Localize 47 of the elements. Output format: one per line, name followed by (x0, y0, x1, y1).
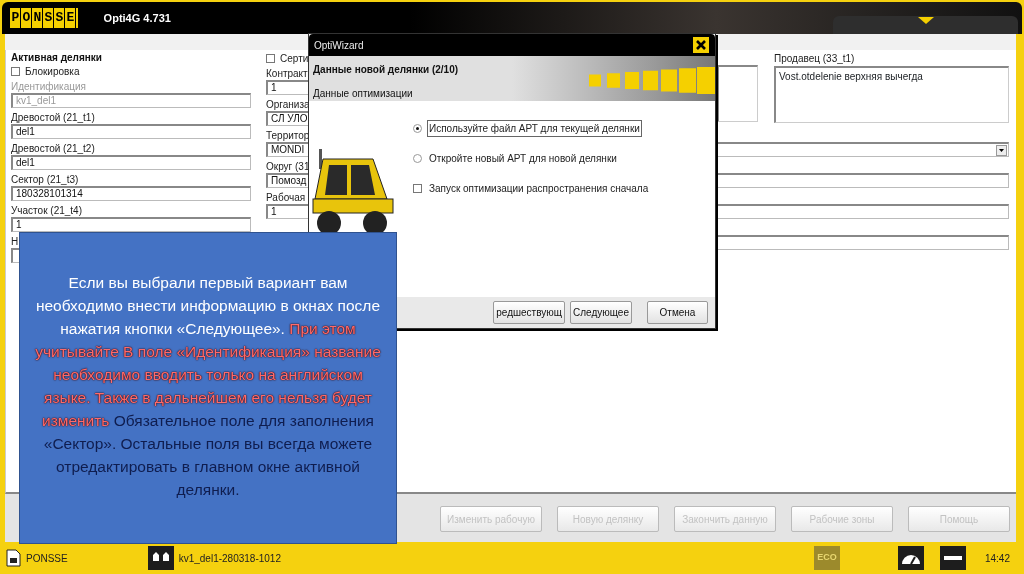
clock: 14:42 (984, 551, 1010, 566)
field-label: Округ (31 (266, 160, 310, 173)
dialog-heading: Данные новой делянки (2/10) (313, 63, 459, 77)
input-field[interactable]: 180328101314 (11, 186, 251, 201)
checkbox[interactable] (266, 53, 275, 63)
close-button[interactable] (693, 37, 709, 53)
field-label: Территор (266, 129, 310, 142)
app-title: Opti4G 4.731 (103, 10, 171, 26)
field-label: Древостой (21_t1) (11, 111, 95, 124)
dialog-subheading: Данные оптимизации (313, 87, 414, 101)
gauge-button[interactable] (897, 546, 924, 570)
close-icon (695, 39, 707, 51)
field-label: Контракт (266, 67, 308, 80)
minimize-button[interactable] (939, 546, 966, 570)
radio-button[interactable] (413, 123, 422, 133)
radio-label[interactable]: Используйте файл АРТ для текущей делянки (427, 119, 642, 137)
text-area[interactable]: Vost.otdelenie верхняя вычегда (774, 66, 1009, 123)
input-field[interactable]: 1 (11, 217, 251, 232)
checkbox-label: Серти (280, 51, 309, 65)
checkbox[interactable] (413, 183, 422, 193)
input-field[interactable]: del1 (11, 155, 251, 170)
form-title: Активная делянки (11, 51, 103, 64)
field-label: Организа (266, 98, 310, 111)
radio-label[interactable]: Откройте новый АРТ для новой делянки (427, 149, 619, 167)
dialog-button[interactable]: Следующее (570, 301, 632, 324)
field-label: Древостой (21_t2) (11, 142, 95, 155)
checkbox-label: Блокировка (25, 64, 80, 78)
dialog-title: OptiWizard (314, 38, 364, 53)
page-icon[interactable] (6, 549, 21, 567)
radio-button[interactable] (413, 153, 422, 163)
field-label: Н (11, 235, 19, 248)
field-label: Сектор (21_t3) (11, 173, 79, 186)
checkbox[interactable] (11, 66, 20, 76)
field-label: Рабочая (266, 191, 306, 204)
checkbox-label[interactable]: Запуск оптимизации распространения сначала (427, 179, 651, 197)
field-label: Идентификация (11, 80, 86, 93)
callout-text: Если вы выбрали первый вариант вам необходимо внести информацию в окнах после нажатия кнопки «Следующее». При этом учитывайте В поле «Идентификация» название необходимо вводить только на английском языке. Также в дальнейшем его нельзя будет изменить Обязательное поле для заполнения «Сектор». Остальные поля вы всегда можете отредактировать в главном окне активной делянки. (34, 273, 382, 500)
field-label: Продавец (33_t1) (774, 52, 855, 65)
dropdown-caret-icon[interactable] (996, 144, 1007, 156)
dialog-button[interactable]: Отмена (647, 301, 708, 324)
taskbar-label[interactable]: PONSSE (26, 550, 68, 566)
minimize-icon (943, 556, 962, 560)
caret-icon (916, 16, 935, 25)
field-label: Участок (21_t4) (11, 204, 82, 217)
taskbar-label[interactable]: kv1_del1-280318-1012 (178, 550, 281, 566)
dialog-button[interactable]: редшествующ (493, 301, 565, 324)
input-field[interactable]: del1 (11, 124, 251, 139)
